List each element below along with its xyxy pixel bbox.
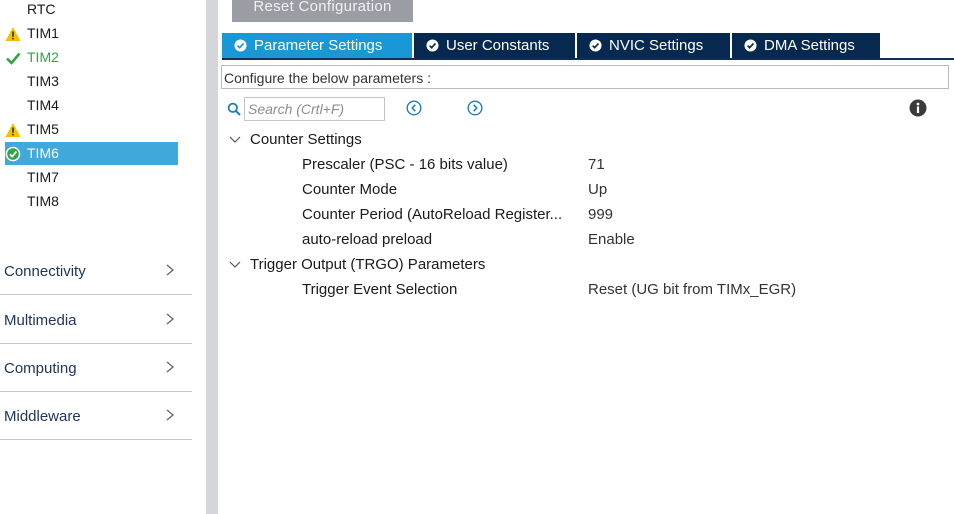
peripheral-sidebar: RTC TIM1 TIM2 TIM3 TIM4 TIM5 TIM6 TIM7 T… xyxy=(0,0,192,514)
sidebar-item-tim6[interactable]: TIM6 xyxy=(5,142,178,165)
chevron-down-icon xyxy=(229,261,241,268)
sidebar-item-label: TIM3 xyxy=(27,73,59,89)
sidebar-item-rtc[interactable]: RTC xyxy=(5,0,178,21)
param-value[interactable]: Enable xyxy=(588,229,635,251)
sidebar-item-tim4[interactable]: TIM4 xyxy=(5,94,178,117)
sidebar-item-tim1[interactable]: TIM1 xyxy=(5,22,178,45)
check-circle-icon xyxy=(744,39,757,52)
chevron-right-icon xyxy=(166,264,175,276)
param-value[interactable]: 71 xyxy=(588,154,605,176)
category-middleware[interactable]: Middleware xyxy=(0,391,192,440)
reset-configuration-button[interactable]: Reset Configuration xyxy=(232,0,413,22)
chevron-right-icon xyxy=(166,409,175,421)
settings-tabbar: Parameter Settings User Constants NVIC S… xyxy=(222,33,954,60)
panel-splitter[interactable] xyxy=(206,0,218,514)
chevron-down-icon xyxy=(229,136,241,143)
param-name: Counter Period (AutoReload Register... xyxy=(302,206,563,223)
sidebar-item-label: RTC xyxy=(27,1,56,17)
sidebar-item-label: TIM7 xyxy=(27,169,59,185)
param-value[interactable]: Up xyxy=(588,179,607,201)
chevron-left-circle-icon[interactable] xyxy=(406,100,422,116)
check-icon xyxy=(6,52,21,65)
warning-icon xyxy=(5,123,21,137)
chevron-right-circle-icon[interactable] xyxy=(467,100,483,116)
search-icon[interactable] xyxy=(227,102,241,116)
warning-icon xyxy=(5,27,21,41)
chevron-right-icon xyxy=(166,313,175,325)
tab-label: NVIC Settings xyxy=(609,37,704,54)
sidebar-item-label: TIM4 xyxy=(27,97,59,113)
sidebar-item-label: TIM1 xyxy=(27,25,59,41)
chevron-right-icon xyxy=(166,361,175,373)
group-title: Counter Settings xyxy=(250,131,362,148)
tab-label: Parameter Settings xyxy=(254,37,383,54)
category-label: Multimedia xyxy=(4,312,77,329)
sidebar-item-label: TIM8 xyxy=(27,193,59,209)
param-name: Counter Mode xyxy=(302,181,398,198)
tab-label: DMA Settings xyxy=(764,37,855,54)
tab-label: User Constants xyxy=(446,37,550,54)
check-circle-icon xyxy=(589,39,602,52)
group-title: Trigger Output (TRGO) Parameters xyxy=(250,256,486,273)
param-name: Prescaler (PSC - 16 bits value) xyxy=(302,156,508,173)
tab-user-constants[interactable]: User Constants xyxy=(414,33,575,58)
param-row[interactable]: Counter Mode Up xyxy=(302,179,942,201)
sidebar-item-label: TIM6 xyxy=(27,145,59,161)
sidebar-item-tim8[interactable]: TIM8 xyxy=(5,190,178,213)
info-icon[interactable] xyxy=(909,99,927,117)
category-connectivity[interactable]: Connectivity xyxy=(0,246,192,295)
param-value[interactable]: Reset (UG bit from TIMx_EGR) xyxy=(588,279,796,301)
tab-nvic-settings[interactable]: NVIC Settings xyxy=(577,33,730,58)
check-circle-icon xyxy=(426,39,439,52)
check-circle-icon xyxy=(5,146,21,162)
category-label: Connectivity xyxy=(4,263,86,280)
sidebar-item-label: TIM2 xyxy=(27,49,59,65)
tab-dma-settings[interactable]: DMA Settings xyxy=(732,33,880,58)
category-label: Middleware xyxy=(4,408,81,425)
category-label: Computing xyxy=(4,360,77,377)
sidebar-item-tim3[interactable]: TIM3 xyxy=(5,70,178,93)
param-value[interactable]: 999 xyxy=(588,204,613,226)
category-computing[interactable]: Computing xyxy=(0,343,192,392)
param-row[interactable]: Prescaler (PSC - 16 bits value) 71 xyxy=(302,154,942,176)
sidebar-item-tim5[interactable]: TIM5 xyxy=(5,118,178,141)
param-row[interactable]: auto-reload preload Enable xyxy=(302,229,942,251)
check-circle-icon xyxy=(234,39,247,52)
search-input[interactable] xyxy=(244,97,385,121)
param-name: Trigger Event Selection xyxy=(302,281,458,298)
param-row[interactable]: Counter Period (AutoReload Register... 9… xyxy=(302,204,942,226)
category-multimedia[interactable]: Multimedia xyxy=(0,295,192,344)
tab-parameter-settings[interactable]: Parameter Settings xyxy=(222,33,412,58)
param-name: auto-reload preload xyxy=(302,231,433,248)
sidebar-item-tim2[interactable]: TIM2 xyxy=(5,46,178,69)
param-row[interactable]: Trigger Event Selection Reset (UG bit fr… xyxy=(302,279,942,301)
configure-parameters-label: Configure the below parameters : xyxy=(221,65,949,89)
sidebar-item-tim7[interactable]: TIM7 xyxy=(5,166,178,189)
sidebar-item-label: TIM5 xyxy=(27,121,59,137)
